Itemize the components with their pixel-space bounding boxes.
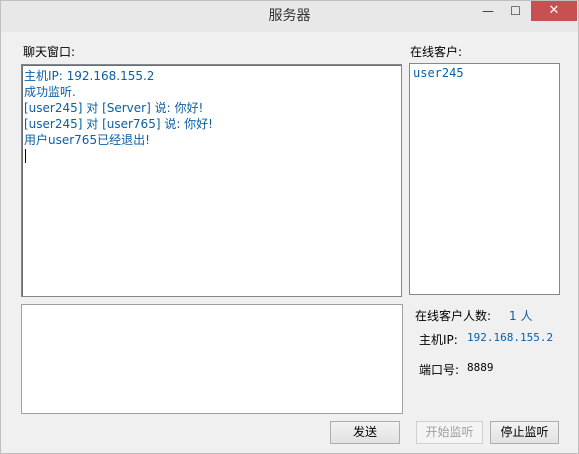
list-item[interactable]: user245 bbox=[413, 66, 556, 81]
stop-listening-button[interactable]: 停止监听 bbox=[490, 421, 559, 444]
chat-line: 成功监听. bbox=[24, 85, 76, 99]
port-value: 8889 bbox=[467, 361, 494, 374]
chat-line: [user245] 对 [Server] 说: 你好! bbox=[24, 101, 204, 115]
chat-log-textarea[interactable]: 主机IP: 192.168.155.2 成功监听. [user245] 对 [S… bbox=[21, 64, 402, 297]
server-window: 服务器 — ☐ ✕ 聊天窗口: 在线客户: 主机IP: 192.168.155.… bbox=[0, 0, 579, 454]
chat-line: [user245] 对 [user765] 说: 你好! bbox=[24, 117, 213, 131]
text-caret bbox=[25, 149, 26, 163]
port-label: 端口号: bbox=[419, 363, 460, 377]
online-count-label: 在线客户人数: bbox=[415, 309, 492, 323]
title-bar[interactable]: 服务器 — ☐ ✕ bbox=[1, 1, 578, 32]
minimize-icon[interactable]: — bbox=[474, 1, 502, 21]
host-ip-label: 主机IP: bbox=[419, 333, 458, 347]
close-icon[interactable]: ✕ bbox=[531, 1, 577, 21]
maximize-icon[interactable]: ☐ bbox=[502, 1, 529, 21]
online-clients-list[interactable]: user245 bbox=[409, 63, 560, 295]
chat-line: 主机IP: 192.168.155.2 bbox=[24, 69, 155, 83]
chat-line: 用户user765已经退出! bbox=[24, 133, 150, 147]
online-count-value: 1 人 bbox=[509, 309, 533, 323]
message-input[interactable] bbox=[21, 304, 403, 414]
send-button[interactable]: 发送 bbox=[330, 421, 400, 444]
chat-window-label: 聊天窗口: bbox=[23, 45, 76, 59]
start-listening-button[interactable]: 开始监听 bbox=[416, 421, 483, 444]
online-clients-label: 在线客户: bbox=[410, 45, 463, 59]
host-ip-value: 192.168.155.2 bbox=[467, 331, 554, 344]
